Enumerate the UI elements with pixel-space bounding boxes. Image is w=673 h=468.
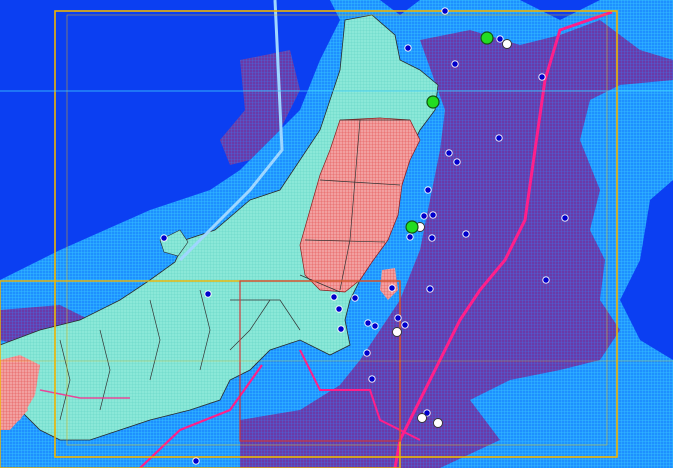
epicenter-white-marker[interactable] [433,418,443,428]
station-marker[interactable] [462,230,470,238]
station-marker[interactable] [561,214,569,222]
epicenter-white-marker[interactable] [502,39,512,49]
station-marker[interactable] [330,293,338,301]
hazard-map[interactable] [0,0,673,468]
station-marker[interactable] [388,284,396,292]
station-marker[interactable] [204,290,212,298]
station-marker[interactable] [351,294,359,302]
epicenter-green-marker[interactable] [426,95,440,109]
map-canvas [0,0,673,468]
station-marker[interactable] [495,134,503,142]
station-marker[interactable] [424,186,432,194]
station-marker[interactable] [406,233,414,241]
station-marker[interactable] [542,276,550,284]
station-marker[interactable] [453,158,461,166]
epicenter-green-marker[interactable] [405,220,419,234]
station-marker[interactable] [363,349,371,357]
station-marker[interactable] [426,285,434,293]
station-marker[interactable] [451,60,459,68]
station-marker[interactable] [364,319,372,327]
station-marker[interactable] [420,212,428,220]
station-marker[interactable] [371,322,379,330]
station-marker[interactable] [368,375,376,383]
station-marker[interactable] [335,305,343,313]
station-marker[interactable] [428,234,436,242]
station-marker[interactable] [401,321,409,329]
epicenter-green-marker[interactable] [480,31,494,45]
station-marker[interactable] [538,73,546,81]
station-marker[interactable] [429,211,437,219]
epicenter-white-marker[interactable] [417,413,427,423]
station-marker[interactable] [337,325,345,333]
station-marker[interactable] [160,234,168,242]
station-marker[interactable] [394,314,402,322]
station-marker[interactable] [445,149,453,157]
station-marker[interactable] [192,457,200,465]
epicenter-white-marker[interactable] [392,327,402,337]
station-marker[interactable] [441,7,449,15]
station-marker[interactable] [404,44,412,52]
station-marker[interactable] [496,35,504,43]
